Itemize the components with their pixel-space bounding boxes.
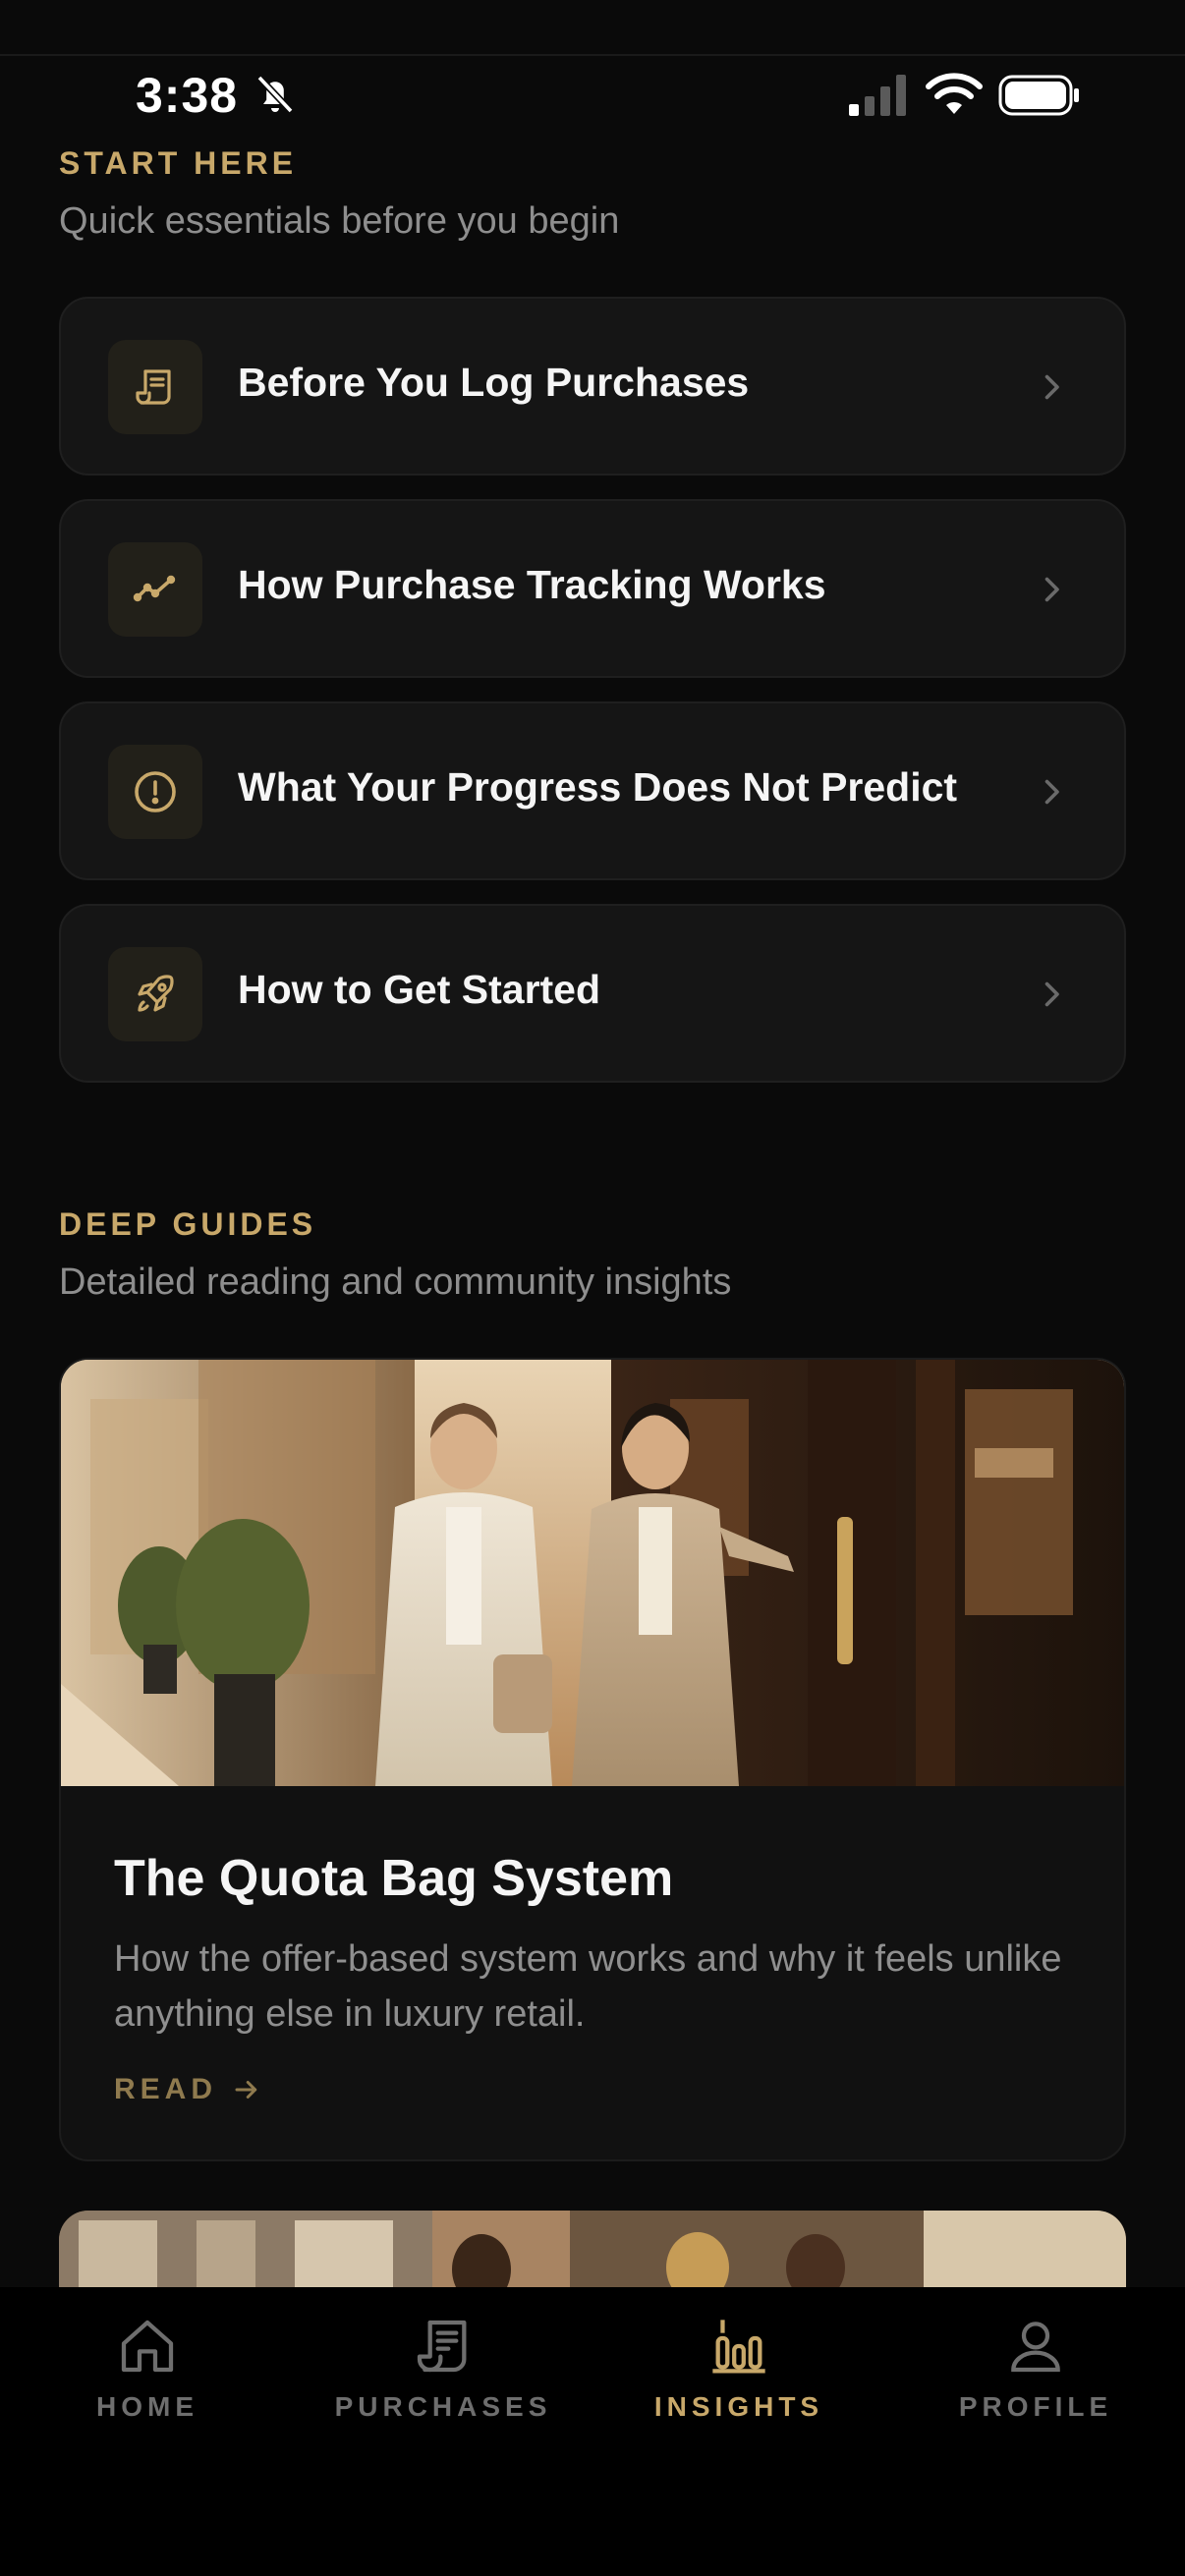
guide-icon-box — [108, 542, 202, 637]
alert-circle-icon — [135, 771, 176, 812]
guide-title: Before You Log Purchases — [238, 360, 750, 405]
chevron-right-icon — [1044, 779, 1059, 805]
chevron-right-icon — [1044, 981, 1059, 1007]
tab-label: PROFILE — [958, 2391, 1113, 2422]
tab-purchases[interactable]: PURCHASES — [306, 2315, 581, 2433]
tab-label: HOME — [96, 2391, 198, 2422]
tab-profile[interactable]: PROFILE — [898, 2315, 1173, 2433]
person-icon — [1011, 2322, 1060, 2373]
receipt-icon — [417, 2320, 467, 2373]
article-card-quota-bag[interactable]: The Quota Bag System How the offer-based… — [59, 1358, 1126, 2161]
start-here-subtitle: Quick essentials before you begin — [59, 200, 620, 242]
home-icon — [121, 2320, 174, 2373]
trend-line-icon — [133, 575, 176, 602]
guide-title: How to Get Started — [238, 967, 601, 1012]
guide-icon-box — [108, 340, 202, 434]
guide-before-you-log[interactable]: Before You Log Purchases — [59, 297, 1126, 476]
rocket-icon — [138, 975, 174, 1012]
tab-bar: HOME PURCHASES INSIGHTS PROFILE — [0, 2287, 1185, 2576]
guide-how-tracking-works[interactable]: How Purchase Tracking Works — [59, 499, 1126, 678]
top-divider — [0, 54, 1185, 56]
insights-screen: 3:38 START HERE Quick essentials before … — [0, 0, 1185, 2576]
start-here-eyebrow: START HERE — [59, 145, 298, 181]
status-time: 3:38 — [136, 68, 239, 123]
guide-progress-not-predict[interactable]: What Your Progress Does Not Predict — [59, 701, 1126, 880]
guide-title: What Your Progress Does Not Predict — [238, 764, 958, 810]
chevron-right-icon — [1044, 374, 1059, 400]
read-link[interactable]: READ — [114, 2073, 217, 2106]
article-hero-image — [61, 1360, 1124, 1786]
tab-label: INSIGHTS — [653, 2391, 824, 2422]
cellular-signal-icon — [849, 75, 906, 116]
chevron-right-icon — [1044, 577, 1059, 602]
guide-icon-box — [108, 745, 202, 839]
tab-home[interactable]: HOME — [10, 2315, 285, 2433]
receipt-icon — [136, 369, 171, 405]
arrow-right-icon — [235, 2081, 257, 2099]
bell-slash-icon — [256, 75, 294, 114]
tab-insights[interactable]: INSIGHTS — [601, 2315, 876, 2433]
article-description: How the offer-based system works and why… — [114, 1938, 1062, 2035]
guide-icon-box — [108, 947, 202, 1041]
deep-guides-subtitle: Detailed reading and community insights — [59, 1261, 732, 1303]
status-bar: 3:38 — [0, 0, 1185, 128]
deep-guides-eyebrow: DEEP GUIDES — [59, 1206, 317, 1242]
bar-chart-icon — [712, 2320, 765, 2374]
battery-icon — [998, 75, 1079, 116]
article-title: The Quota Bag System — [114, 1850, 674, 1907]
guide-title: How Purchase Tracking Works — [238, 562, 826, 607]
tab-label: PURCHASES — [334, 2391, 552, 2422]
guide-how-to-get-started[interactable]: How to Get Started — [59, 904, 1126, 1083]
wifi-icon — [926, 73, 983, 114]
